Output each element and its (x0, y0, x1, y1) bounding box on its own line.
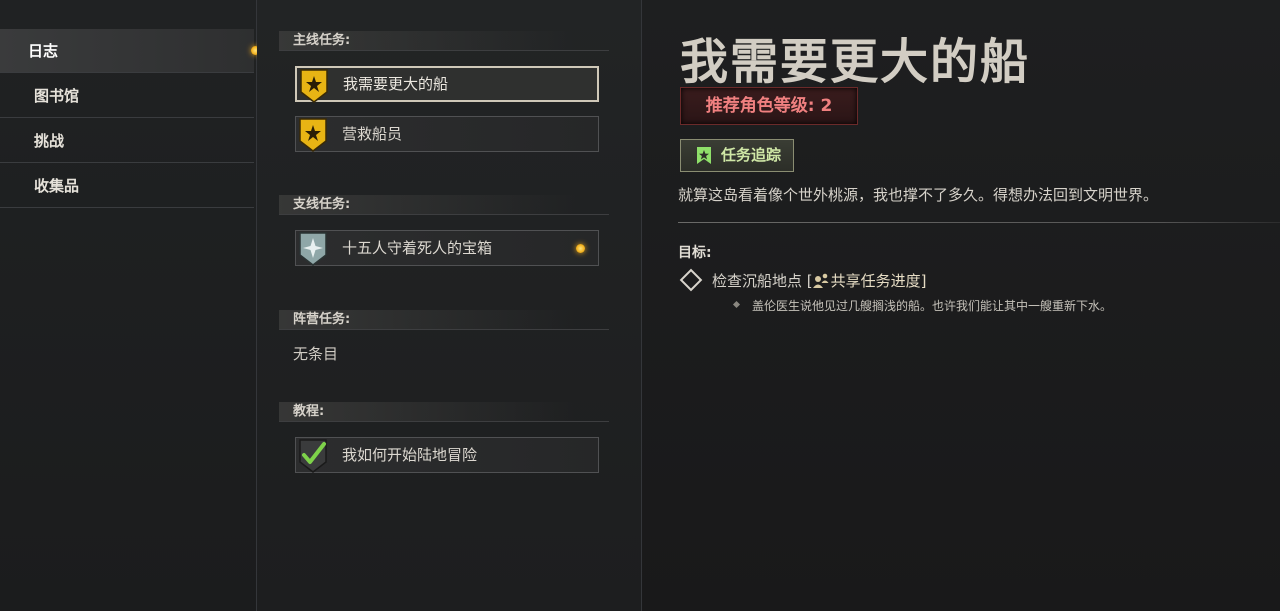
quest-item-land-adventure-tutorial[interactable]: 我如何开始陆地冒险 (295, 437, 599, 473)
share-progress-label: 共享任务进度 (830, 272, 921, 290)
sub-objective-bullet-icon (732, 300, 741, 309)
checkmark-shield-icon (299, 439, 327, 473)
track-quest-label: 任务追踪 (721, 146, 782, 164)
sub-objective-text: 盖伦医生说他见过几艘搁浅的船。也许我们能让其中一艘重新下水。 (752, 299, 1113, 313)
quest-item-i-need-a-bigger-ship[interactable]: 我需要更大的船 (295, 66, 599, 103)
shared-progress-icon (812, 273, 829, 288)
no-entries-text: 无条目 (293, 345, 339, 363)
gold-star-shield-icon (300, 69, 328, 103)
recommended-level-label: 推荐角色等级: (705, 96, 815, 116)
nav-item-journal[interactable]: 日志 (0, 29, 254, 73)
quest-detail-panel: 我需要更大的船 推荐角色等级: 2 任务追踪 就算这岛看着像个世外桃源，我也撑不… (642, 0, 1280, 611)
gold-star-shield-icon (299, 118, 327, 152)
nav-item-library[interactable]: 图书馆 (0, 74, 254, 118)
quest-item-dead-mans-chest[interactable]: 十五人守着死人的宝箱 (295, 230, 599, 266)
nav-item-label: 挑战 (34, 132, 65, 150)
nav-item-label: 图书馆 (34, 87, 80, 105)
side-quests-header: 支线任务: (279, 195, 609, 215)
quest-item-label: 十五人守着死人的宝箱 (342, 239, 493, 257)
tutorial-header: 教程: (279, 402, 609, 422)
track-quest-button[interactable]: 任务追踪 (680, 139, 794, 172)
silver-star-shield-icon (299, 232, 327, 266)
nav-item-challenges[interactable]: 挑战 (0, 119, 254, 163)
nav-item-collectibles[interactable]: 收集品 (0, 164, 254, 208)
section-divider (678, 222, 1280, 223)
quest-list-panel: 主线任务: 我需要更大的船 营救船员 支线任务: 十五人守着死人的宝箱 阵营任务… (257, 0, 642, 611)
objective-row: 检查沉船地点 [ 共享任务进度] (712, 270, 927, 291)
share-suffix: ] (920, 272, 927, 290)
quest-title: 我需要更大的船 (680, 34, 1031, 90)
nav-item-label: 收集品 (34, 177, 80, 195)
objective-text: 检查沉船地点 (712, 272, 803, 290)
quest-description: 就算这岛看着像个世外桃源，我也撑不了多久。得想办法回到文明世界。 (678, 186, 1159, 204)
quest-item-label: 我需要更大的船 (343, 75, 449, 93)
journal-nav-panel: 日志 图书馆 挑战 收集品 (0, 0, 260, 611)
quest-item-label: 营救船员 (342, 125, 403, 143)
recommended-level-badge: 推荐角色等级: 2 (680, 87, 858, 125)
quest-item-label: 我如何开始陆地冒险 (342, 446, 478, 464)
bookmark-star-icon (697, 147, 711, 164)
nav-item-label: 日志 (28, 42, 59, 60)
share-progress-tag: 共享任务进度] (812, 272, 927, 290)
main-quests-header: 主线任务: (279, 31, 609, 51)
share-prefix: [ (802, 272, 813, 290)
objective-diamond-icon (679, 268, 703, 292)
new-indicator-dot (576, 244, 585, 253)
faction-quests-header: 阵营任务: (279, 310, 609, 330)
recommended-level-value: 2 (820, 96, 833, 116)
quest-item-rescue-crew[interactable]: 营救船员 (295, 116, 599, 152)
objectives-header: 目标: (678, 245, 712, 261)
